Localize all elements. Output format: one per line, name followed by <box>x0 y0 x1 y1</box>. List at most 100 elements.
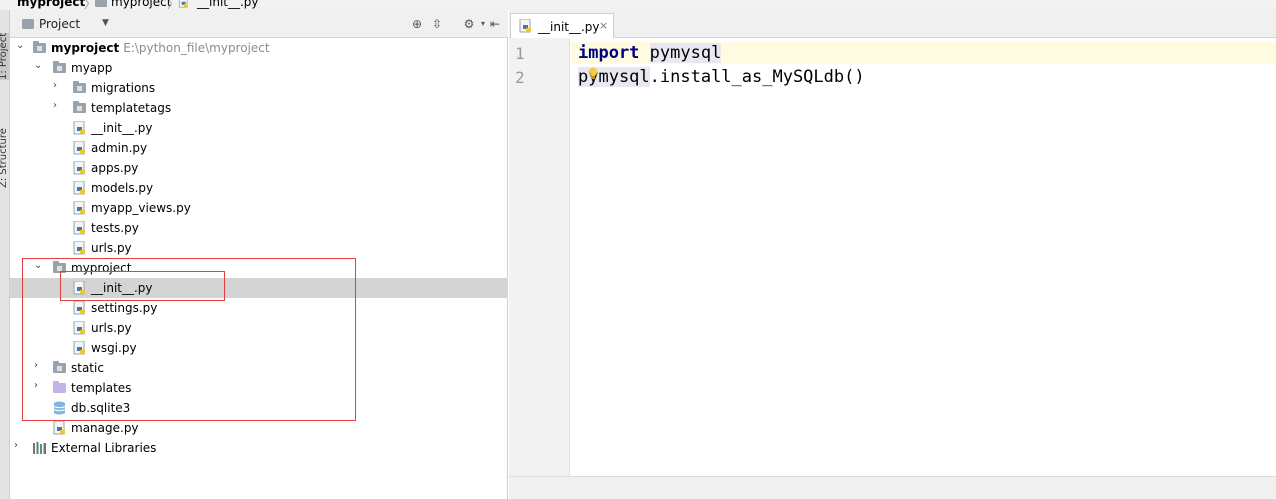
database-icon <box>53 401 66 415</box>
tree-item-label: External Libraries <box>51 441 157 455</box>
tree-item-file[interactable]: wsgi.py <box>10 338 508 358</box>
tree-item-label: urls.py <box>91 241 132 255</box>
tree-item-file[interactable]: apps.py <box>10 158 508 178</box>
python-file-icon <box>73 301 85 315</box>
line-number-gutter: 1 2 <box>509 38 570 499</box>
python-file-icon <box>519 19 531 33</box>
python-file-icon <box>53 421 65 435</box>
tree-item-file[interactable]: models.py <box>10 178 508 198</box>
tree-item-file[interactable]: admin.py <box>10 138 508 158</box>
hide-panel-icon[interactable]: ⇤ <box>488 17 502 31</box>
python-file-icon <box>73 181 85 195</box>
tree-item-label: templatetags <box>91 101 172 115</box>
code-text: .install_as_MySQLdb() <box>649 67 865 87</box>
chevron-down-icon[interactable]: ⌄ <box>34 61 44 71</box>
chevron-right-icon[interactable]: › <box>14 441 24 451</box>
tree-item-file[interactable]: __init__.py <box>10 118 508 138</box>
gear-icon[interactable]: ⚙ <box>462 17 476 31</box>
navigation-bar: myproject 〉 myproject 〉 __init__.py <box>0 0 1276 10</box>
folder-icon <box>73 81 86 93</box>
template-folder-icon <box>53 381 66 393</box>
tree-item-file[interactable]: urls.py <box>10 318 508 338</box>
tree-item-label: __init__.py <box>91 281 153 295</box>
collapse-all-icon[interactable]: ⇳ <box>430 17 444 31</box>
editor-tab-bar: __init__.py × <box>509 10 1276 38</box>
tree-item-file[interactable]: myapp_views.py <box>10 198 508 218</box>
tree-item-label: manage.py <box>71 421 139 435</box>
breadcrumb-root[interactable]: myproject <box>17 0 85 9</box>
code-line[interactable]: import pymysql <box>578 43 722 63</box>
project-view-icon <box>22 19 34 29</box>
folder-icon <box>53 61 66 73</box>
folder-icon <box>33 41 46 53</box>
python-file-icon <box>73 161 85 175</box>
breadcrumb-folder[interactable]: myproject <box>111 0 171 9</box>
lightbulb-icon[interactable] <box>587 67 599 81</box>
tree-item-label: admin.py <box>91 141 148 155</box>
tree-item-external-libraries[interactable]: › External Libraries <box>10 438 508 458</box>
line-number: 1 <box>515 44 525 63</box>
tree-item-templatetags[interactable]: › templatetags <box>10 98 508 118</box>
folder-icon <box>53 361 66 373</box>
tree-item-file[interactable]: manage.py <box>10 418 508 438</box>
editor-tab-init[interactable]: __init__.py × <box>510 13 614 38</box>
tool-window-strip: 1: Project Z: Structure <box>0 10 10 499</box>
tree-item-file[interactable]: settings.py <box>10 298 508 318</box>
library-icon <box>33 442 46 454</box>
tree-item-database[interactable]: db.sqlite3 <box>10 398 508 418</box>
tree-item-label: tests.py <box>91 221 139 235</box>
chevron-right-icon[interactable]: › <box>34 361 44 371</box>
python-file-icon <box>73 281 85 295</box>
project-panel-header: Project ▼ ⊕ ⇳ ⚙ ▾ ⇤ <box>10 10 508 38</box>
project-view-selector[interactable]: Project <box>39 17 80 31</box>
tree-item-label: __init__.py <box>91 121 153 135</box>
folder-icon <box>95 0 107 7</box>
chevron-right-icon[interactable]: › <box>53 81 63 91</box>
chevron-right-icon[interactable]: › <box>53 101 63 111</box>
chevron-right-icon[interactable]: › <box>34 381 44 391</box>
tree-item-label: apps.py <box>91 161 139 175</box>
python-file-icon <box>73 201 85 215</box>
editor-area: __init__.py × 1 2 import pymysql pymysql… <box>509 10 1276 499</box>
tree-item-label: settings.py <box>91 301 158 315</box>
tree-item-label: static <box>71 361 104 375</box>
tree-item-templates[interactable]: › templates <box>10 378 508 398</box>
python-file-icon <box>73 141 85 155</box>
line-number: 2 <box>515 68 525 87</box>
chevron-down-icon[interactable]: ▼ <box>102 18 109 28</box>
close-icon[interactable]: × <box>599 19 608 32</box>
tree-item-static[interactable]: › static <box>10 358 508 378</box>
python-file-icon <box>73 241 85 255</box>
folder-icon <box>53 261 66 273</box>
tree-item-label: myproject <box>71 261 132 275</box>
tree-item-file-selected[interactable]: __init__.py <box>10 278 508 298</box>
python-file-icon <box>73 221 85 235</box>
project-panel: Project ▼ ⊕ ⇳ ⚙ ▾ ⇤ ⌄ myproject E:\python… <box>10 10 508 499</box>
python-file-icon <box>178 0 188 8</box>
tree-item-label: migrations <box>91 81 156 95</box>
python-file-icon <box>73 121 85 135</box>
tree-item-label: myproject <box>51 41 120 55</box>
folder-icon <box>73 101 86 113</box>
tree-item-file[interactable]: urls.py <box>10 238 508 258</box>
project-path: E:\python_file\myproject <box>123 41 270 55</box>
breadcrumb-file[interactable]: __init__.py <box>197 0 259 9</box>
python-file-icon <box>73 341 85 355</box>
tree-item-file[interactable]: tests.py <box>10 218 508 238</box>
tree-item-project-root[interactable]: ⌄ myproject E:\python_file\myproject <box>10 38 508 58</box>
editor-tab-label: __init__.py <box>538 20 600 34</box>
target-icon[interactable]: ⊕ <box>410 17 424 31</box>
tree-item-migrations[interactable]: › migrations <box>10 78 508 98</box>
tab-structure[interactable]: Z: Structure <box>0 128 9 188</box>
chevron-down-icon[interactable]: ⌄ <box>34 261 44 271</box>
tree-item-myapp[interactable]: ⌄ myapp <box>10 58 508 78</box>
tree-item-label: wsgi.py <box>91 341 137 355</box>
chevron-down-icon[interactable]: ⌄ <box>16 41 26 51</box>
code-line[interactable]: pymysql.install_as_MySQLdb() <box>578 67 865 87</box>
tree-item-label: models.py <box>91 181 154 195</box>
tree-item-myproject-package[interactable]: ⌄ myproject <box>10 258 508 278</box>
code-identifier: pymysql <box>649 43 722 63</box>
tab-project[interactable]: 1: Project <box>0 32 9 80</box>
tree-item-label: myapp <box>71 61 113 75</box>
tree-item-label: myapp_views.py <box>91 201 191 215</box>
